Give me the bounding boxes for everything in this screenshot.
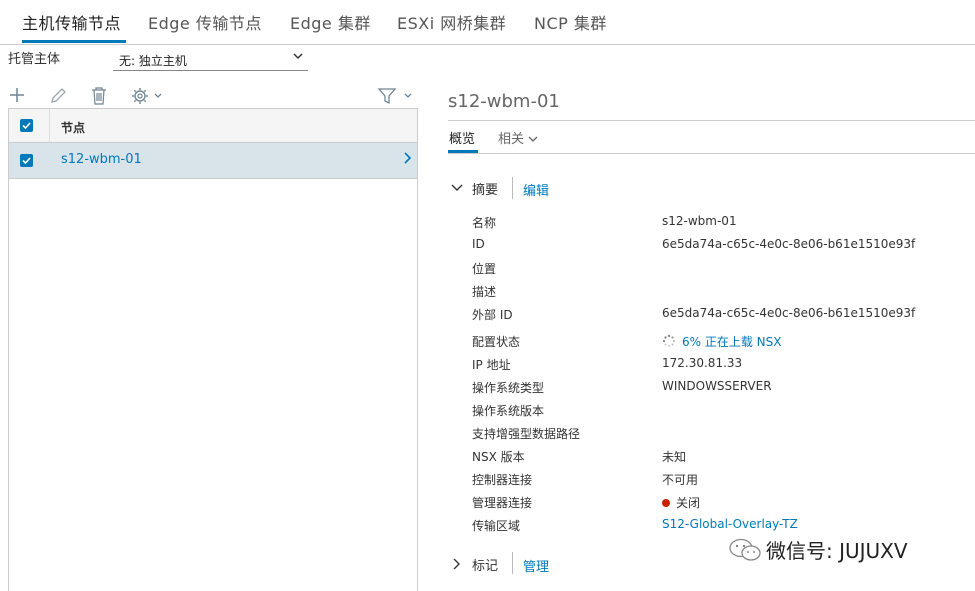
prop-label-id: ID: [472, 237, 485, 251]
status-down-icon: [662, 499, 670, 507]
summary-heading: 摘要: [472, 183, 499, 198]
tags-divider: [512, 552, 513, 574]
prop-label-enhanced-datapath: 支持增强型数据路径: [472, 427, 581, 441]
row-checkbox[interactable]: [20, 154, 33, 167]
spinner-icon: [662, 334, 676, 351]
prop-value-os-type: WINDOWSSERVER: [662, 379, 772, 393]
prop-value-id: 6e5da74a-c65c-4e0c-8e06-b61e1510e93f: [662, 237, 916, 251]
prop-value-config-state[interactable]: 6% 正在上载 NSX: [662, 333, 781, 351]
tab-host-transport-nodes[interactable]: 主机传输节点: [22, 10, 121, 34]
tags-heading: 标记: [472, 559, 499, 574]
prop-value-manager-connection: 关闭: [662, 494, 700, 511]
managed-by-label: 托管主体: [8, 52, 61, 67]
filter-icon[interactable]: [377, 86, 417, 110]
edit-link[interactable]: 编辑: [523, 180, 549, 199]
column-divider: [49, 109, 50, 142]
prop-label-nsx-version: NSX 版本: [472, 450, 525, 464]
tab-related-label: 相关: [498, 132, 525, 147]
grid-header: 节点: [9, 109, 417, 143]
active-tab-indicator: [22, 40, 126, 43]
prop-value-external-id: 6e5da74a-c65c-4e0c-8e06-b61e1510e93f: [662, 306, 916, 320]
gear-icon[interactable]: [130, 86, 166, 110]
chevron-down-icon: [292, 50, 304, 65]
column-header-node[interactable]: 节点: [61, 119, 85, 136]
select-all-checkbox[interactable]: [20, 119, 33, 132]
chevron-right-icon[interactable]: [403, 151, 413, 169]
manage-tags-link[interactable]: 管理: [523, 556, 549, 575]
prop-label-config-state: 配置状态: [472, 335, 521, 349]
chevron-down-icon: [528, 132, 538, 147]
managed-by-value: 无: 独立主机: [119, 54, 187, 68]
managed-by-select[interactable]: 无: 独立主机: [113, 48, 308, 71]
prop-value-name: s12-wbm-01: [662, 214, 737, 228]
prop-label-os-version: 操作系统版本: [472, 404, 545, 418]
title-divider: [448, 120, 975, 121]
manager-connection-text: 关闭: [676, 496, 701, 510]
node-grid: 节点 s12-wbm-01: [8, 108, 418, 591]
add-icon[interactable]: [8, 86, 26, 108]
top-tab-bar: 主机传输节点 Edge 传输节点 Edge 集群 ESXi 网桥集群 NCP 集…: [0, 0, 975, 45]
config-state-text: 6% 正在上载 NSX: [682, 335, 782, 349]
prop-label-controller-connection: 控制器连接: [472, 473, 533, 487]
tab-edge-clusters[interactable]: Edge 集群: [290, 10, 371, 34]
prop-label-os-type: 操作系统类型: [472, 381, 545, 395]
tab-related[interactable]: 相关: [498, 128, 538, 147]
prop-value-nsx-version: 未知: [662, 450, 687, 464]
subtab-divider: [448, 153, 975, 154]
delete-icon[interactable]: [90, 86, 108, 110]
edit-icon[interactable]: [48, 86, 68, 110]
prop-value-controller-connection: 不可用: [662, 473, 699, 487]
tab-overview[interactable]: 概览: [449, 128, 475, 147]
tab-edge-transport-nodes[interactable]: Edge 传输节点: [148, 10, 262, 34]
tab-esxi-bridge-clusters[interactable]: ESXi 网桥集群: [397, 10, 506, 34]
watermark-text: 微信号: JUJUXV: [766, 539, 908, 563]
prop-label-name: 名称: [472, 216, 497, 230]
wechat-watermark: 微信号: JUJUXV: [728, 535, 908, 567]
prop-label-manager-connection: 管理器连接: [472, 496, 533, 510]
summary-divider: [512, 177, 513, 199]
prop-label-external-id: 外部 ID: [472, 308, 513, 322]
table-row[interactable]: s12-wbm-01: [9, 143, 417, 179]
row-node-name[interactable]: s12-wbm-01: [61, 152, 142, 167]
detail-title: s12-wbm-01: [448, 91, 560, 112]
prop-value-transport-zones[interactable]: S12-Global-Overlay-TZ: [662, 517, 798, 531]
prop-value-ip: 172.30.81.33: [662, 356, 743, 370]
prop-label-transport-zones: 传输区域: [472, 519, 521, 533]
prop-label-ip: IP 地址: [472, 358, 511, 372]
tags-expand-icon[interactable]: [451, 556, 463, 575]
wechat-icon: [728, 538, 762, 567]
summary-collapse-icon[interactable]: [450, 180, 464, 199]
prop-label-location: 位置: [472, 262, 497, 276]
tab-ncp-clusters[interactable]: NCP 集群: [534, 10, 607, 34]
prop-label-description: 描述: [472, 285, 497, 299]
